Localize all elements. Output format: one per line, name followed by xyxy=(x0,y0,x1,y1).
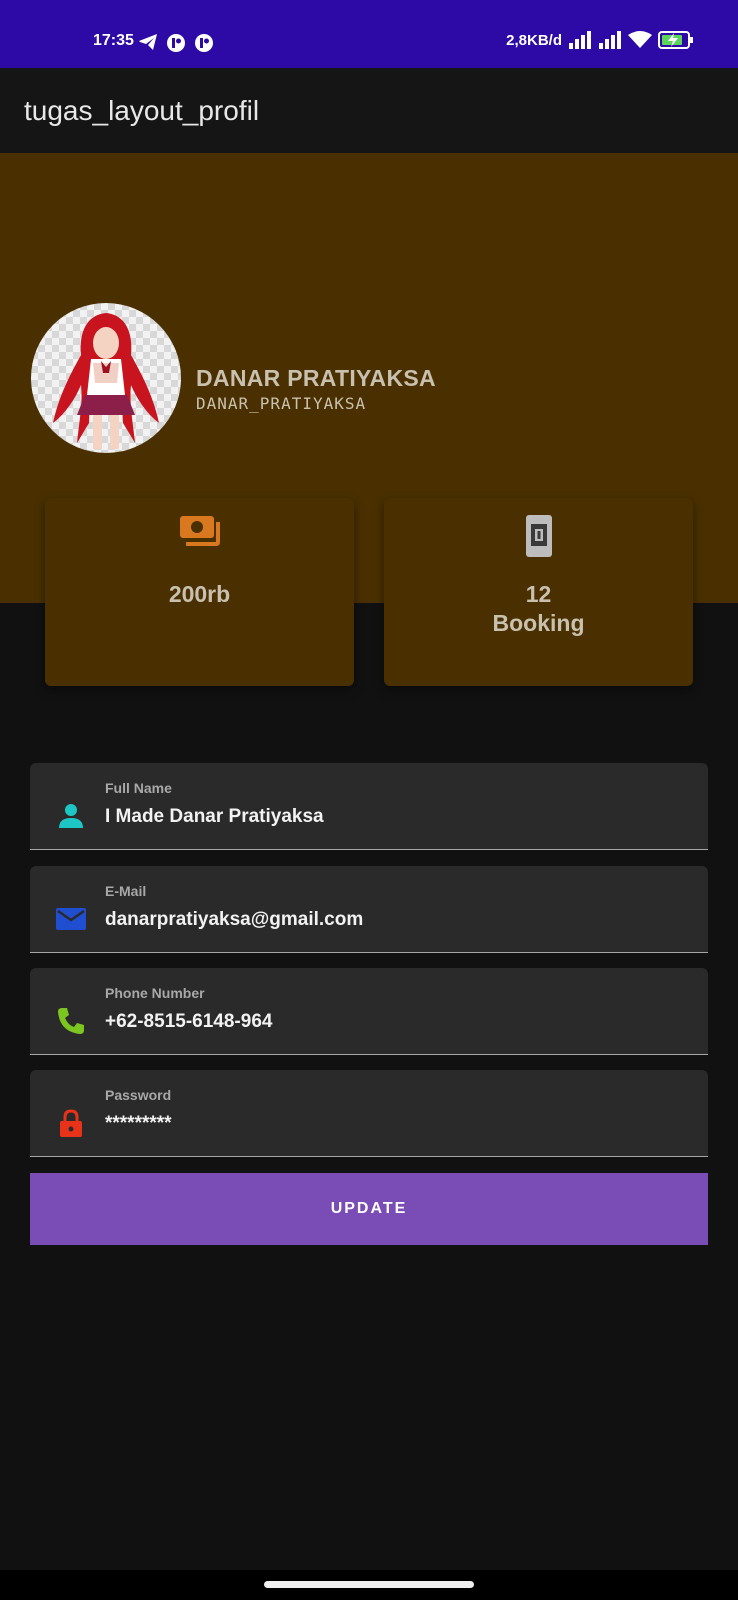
stat-card-booking[interactable]: 12 Booking xyxy=(384,498,693,686)
password-label: Password xyxy=(105,1087,172,1103)
booking-icon xyxy=(525,515,552,557)
email-icon xyxy=(56,908,86,930)
email-label: E-Mail xyxy=(105,883,147,899)
profile-name: DANAR PRATIYAKSA xyxy=(196,365,436,391)
full-name-field[interactable]: Full Name I Made Danar Pratiyaksa xyxy=(30,763,708,850)
app-title: tugas_layout_profil xyxy=(24,95,260,126)
stat-value-booking: 12 Booking xyxy=(384,580,693,638)
password-field[interactable]: Password ********* xyxy=(30,1070,708,1157)
stat-value-balance: 200rb xyxy=(168,581,231,607)
password-value[interactable]: ********* xyxy=(105,1113,172,1135)
phone-label: Phone Number xyxy=(105,985,205,1001)
status-notification-icons xyxy=(138,33,214,53)
app-bar: tugas_layout_profil xyxy=(0,68,738,153)
email-value[interactable]: danarpratiyaksa@gmail.com xyxy=(105,909,363,931)
lock-icon xyxy=(60,1109,82,1137)
stat-booking-count: 12 xyxy=(525,581,552,607)
app-notification-icon xyxy=(167,34,185,52)
full-name-value[interactable]: I Made Danar Pratiyaksa xyxy=(105,806,324,828)
profile-username: DANAR_PRATIYAKSA xyxy=(196,394,367,413)
profile-avatar xyxy=(31,303,181,453)
signal-icon xyxy=(569,31,591,49)
phone-field[interactable]: Phone Number +62-8515-6148-964 xyxy=(30,968,708,1055)
status-time: 17:35 xyxy=(93,32,134,49)
phone-icon xyxy=(58,1008,84,1034)
profile-avatar-image xyxy=(53,313,159,449)
person-icon xyxy=(59,804,83,828)
wifi-icon xyxy=(628,31,652,48)
update-button[interactable]: UPDATE xyxy=(30,1173,708,1245)
battery-charging-icon xyxy=(658,31,693,49)
email-field[interactable]: E-Mail danarpratiyaksa@gmail.com xyxy=(30,866,708,953)
money-icon xyxy=(179,516,220,546)
telegram-icon xyxy=(139,34,157,50)
navigation-bar xyxy=(0,1570,738,1600)
status-system-icons: 2,8KB/d xyxy=(506,31,694,49)
network-speed: 2,8KB/d xyxy=(506,31,562,49)
status-bar: 17:35 2,8KB/d xyxy=(0,0,738,68)
phone-value[interactable]: +62-8515-6148-964 xyxy=(105,1011,272,1033)
home-indicator[interactable] xyxy=(264,1581,474,1588)
full-name-label: Full Name xyxy=(105,780,172,796)
stat-booking-label: Booking xyxy=(492,610,585,636)
app-notification-icon xyxy=(195,34,213,52)
stat-card-balance[interactable]: 200rb xyxy=(45,498,354,686)
signal-icon xyxy=(599,31,621,49)
